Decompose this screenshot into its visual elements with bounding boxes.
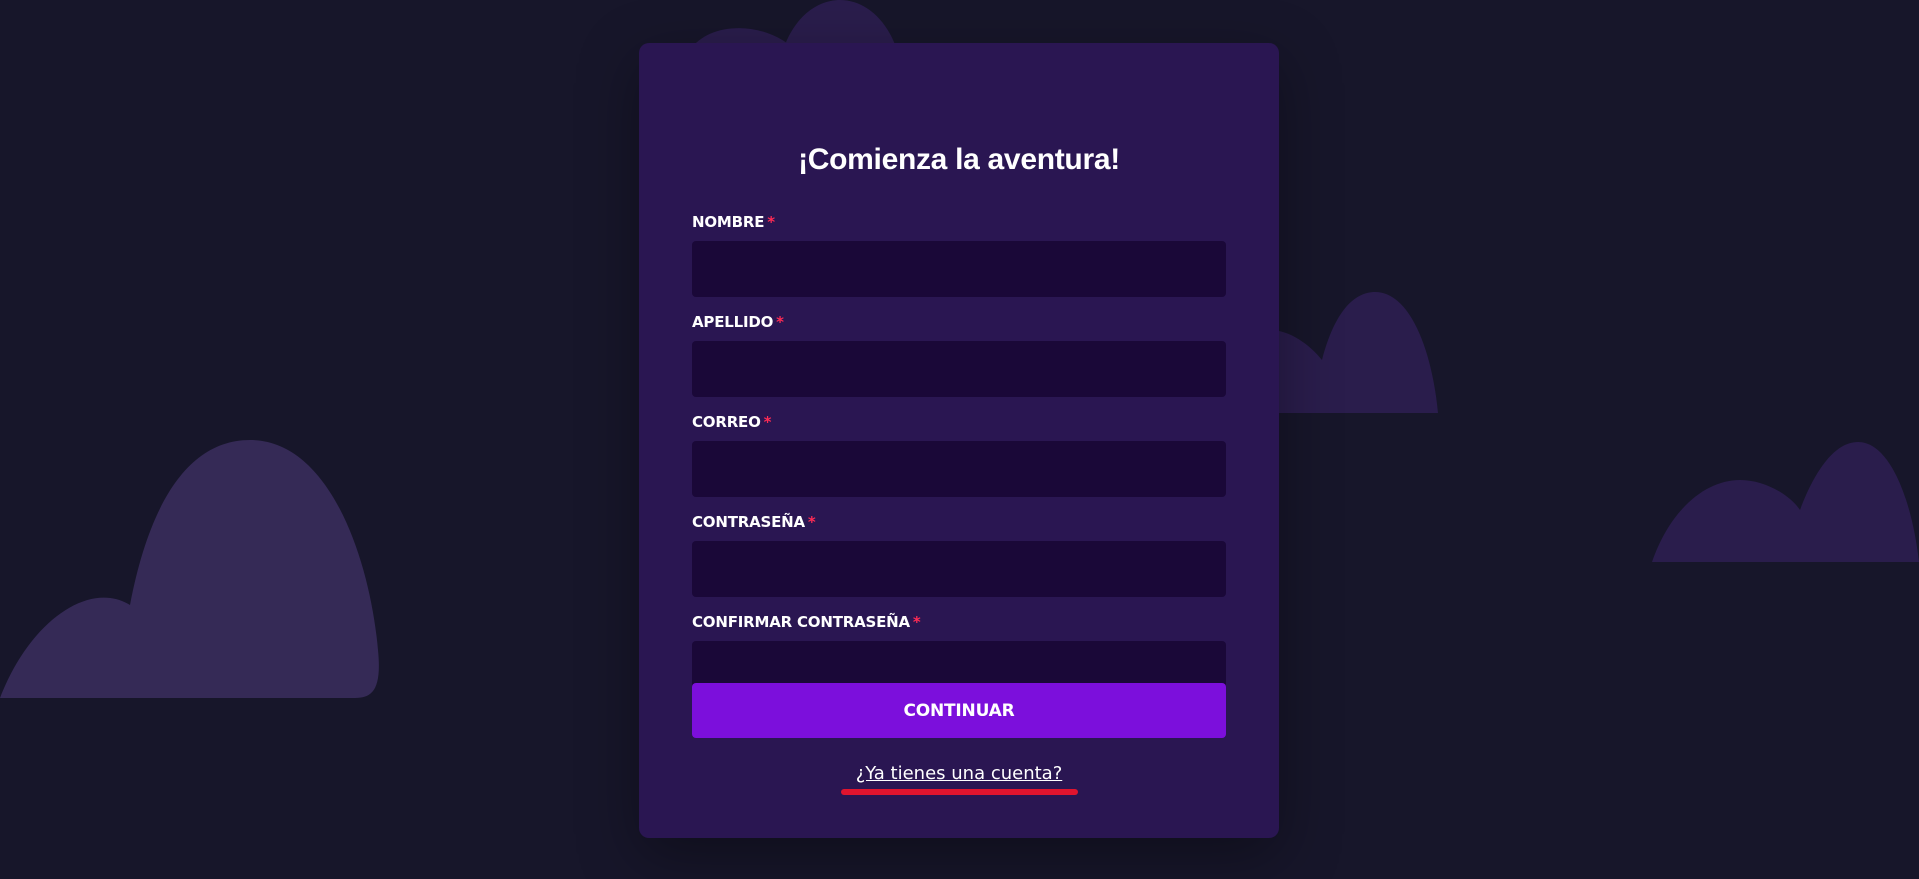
link-highlight-mark bbox=[841, 789, 1078, 795]
password-input[interactable] bbox=[692, 541, 1226, 597]
signup-page: ¡Comienza la aventura! NOMBRE * APELLIDO *… bbox=[0, 0, 1919, 879]
hill-left bbox=[0, 440, 379, 698]
required-asterisk: * bbox=[763, 413, 772, 431]
hill-center-right bbox=[1270, 292, 1438, 413]
last-name-input[interactable] bbox=[692, 341, 1226, 397]
first-name-input[interactable] bbox=[692, 241, 1226, 297]
password-label: CONTRASEÑA * bbox=[692, 513, 816, 531]
email-input[interactable] bbox=[692, 441, 1226, 497]
first-name-label-text: NOMBRE bbox=[692, 213, 765, 231]
last-name-label: APELLIDO * bbox=[692, 313, 784, 331]
form-title: ¡Comienza la aventura! bbox=[798, 143, 1120, 176]
last-name-label-text: APELLIDO bbox=[692, 313, 774, 331]
first-name-label: NOMBRE * bbox=[692, 213, 775, 231]
confirm-password-label: CONFIRMAR CONTRASEÑA * bbox=[692, 613, 921, 631]
required-asterisk: * bbox=[767, 213, 775, 231]
hill-right bbox=[1652, 442, 1919, 562]
email-label: CORREO * bbox=[692, 413, 772, 431]
login-link[interactable]: ¿Ya tienes una cuenta? bbox=[639, 763, 1279, 784]
email-label-text: CORREO bbox=[692, 413, 761, 431]
required-asterisk: * bbox=[912, 613, 921, 631]
signup-card: ¡Comienza la aventura! NOMBRE * APELLIDO *… bbox=[639, 43, 1279, 838]
password-label-text: CONTRASEÑA bbox=[692, 513, 805, 531]
required-asterisk: * bbox=[776, 313, 784, 331]
required-asterisk: * bbox=[807, 513, 816, 531]
continue-button[interactable]: CONTINUAR bbox=[692, 683, 1226, 738]
confirm-password-label-text: CONFIRMAR CONTRASEÑA bbox=[692, 613, 910, 631]
